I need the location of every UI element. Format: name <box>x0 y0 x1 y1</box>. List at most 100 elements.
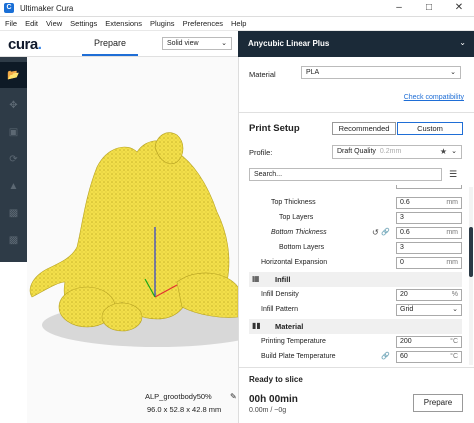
print-time: 00h 00min <box>249 394 298 405</box>
mirror-icon[interactable]: ▲ <box>0 173 27 199</box>
profile-select[interactable]: Draft Quality 0.2mm ★ ⌄ <box>332 145 462 159</box>
category-label: Infill <box>275 275 291 284</box>
category-infill[interactable]: ▦ Infill <box>249 272 462 287</box>
model-name: ALP_grootbody50% <box>145 392 212 401</box>
printer-selector[interactable]: Anycubic Linear Plus ⌄ <box>238 31 474 57</box>
setting-label: Infill Pattern <box>261 306 298 313</box>
model-info: ALP_grootbody50% 96.0 x 52.8 x 42.8 mm <box>145 392 221 414</box>
setting-row-horizontal-expansion: Horizontal Expansion 0 mm <box>239 256 467 271</box>
recommended-button[interactable]: Recommended <box>332 122 396 135</box>
prepare-button[interactable]: Prepare <box>413 394 463 412</box>
print-settings-panel: Material PLA ⌄ Check compatibility Print… <box>238 57 474 423</box>
menu-icon[interactable]: ☰ <box>446 168 460 181</box>
material-label: Material <box>249 70 276 79</box>
material-value: PLA <box>306 69 320 76</box>
model-foot-right <box>101 302 143 332</box>
tab-prepare[interactable]: Prepare <box>82 31 138 56</box>
menu-file[interactable]: File <box>5 19 17 28</box>
menu-preferences[interactable]: Preferences <box>183 19 223 28</box>
custom-button[interactable]: Custom <box>397 122 463 135</box>
settings-search-input[interactable]: Search... <box>249 168 442 181</box>
chevron-down-icon: ⌄ <box>459 38 466 47</box>
reset-icon[interactable]: ↺ <box>372 228 379 237</box>
cura-logo: cura. <box>8 36 42 53</box>
setting-label: Bottom Layers <box>279 244 325 251</box>
rotate-icon[interactable]: ⟳ <box>0 146 27 172</box>
minimize-button[interactable]: – <box>384 0 414 17</box>
profile-value: Draft Quality <box>337 148 376 155</box>
profile-label: Profile: <box>249 148 273 157</box>
material-select[interactable]: PLA ⌄ <box>301 66 461 79</box>
profile-layer-height: 0.2mm <box>379 148 402 155</box>
material-usage: 0.00m / ~0g <box>249 407 287 414</box>
setting-label: Top Layers <box>279 214 314 221</box>
top-thickness-field[interactable]: 0.6 mm <box>396 197 462 209</box>
settings-list: 0.6mm Top Thickness 0.6mm Top Layers 3 B… <box>239 185 467 363</box>
top-layers-field[interactable]: 3 <box>396 212 462 224</box>
bottom-layers-field[interactable]: 3 <box>396 242 462 254</box>
star-icon[interactable]: ★ <box>440 146 447 158</box>
printing-temperature-field[interactable]: 200 °C <box>396 336 462 348</box>
setting-row-bottom-layers: Bottom Layers 3 <box>239 241 467 256</box>
setting-row-infill-density: Infill Density 20% <box>239 288 467 303</box>
setting-row-printing-temperature: Printing Temperature 200 °C <box>239 335 467 350</box>
divider <box>239 367 474 368</box>
setting-label: Top Thickness <box>271 199 316 206</box>
open-folder-icon[interactable]: 📂 <box>0 62 27 88</box>
title-bar: C Ultimaker Cura – □ ✕ <box>0 0 474 17</box>
infill-pattern-select[interactable]: Grid ⌄ <box>396 304 462 316</box>
print-setup-title: Print Setup <box>249 123 300 134</box>
cura-app-icon: C <box>4 3 14 13</box>
setting-row-build-plate-temperature: Build Plate Temperature 🔗 60 °C <box>239 350 467 363</box>
bottom-thickness-field[interactable]: 0.6 mm <box>396 227 462 239</box>
menu-extensions[interactable]: Extensions <box>105 19 142 28</box>
setting-row-top-thickness: Top Thickness 0.6 mm <box>239 196 467 211</box>
menu-plugins[interactable]: Plugins <box>150 19 175 28</box>
material-icon: ▮▮ <box>252 321 261 330</box>
menu-settings[interactable]: Settings <box>70 19 97 28</box>
3d-viewport[interactable]: ALP_grootbody50% 96.0 x 52.8 x 42.8 mm ✎ <box>27 57 238 423</box>
menu-edit[interactable]: Edit <box>25 19 38 28</box>
menu-view[interactable]: View <box>46 19 62 28</box>
settings-scrollbar-thumb[interactable] <box>469 227 473 277</box>
setting-row-infill-pattern: Infill Pattern Grid ⌄ <box>239 303 467 318</box>
chevron-down-icon: ⌄ <box>221 40 227 47</box>
move-icon[interactable]: ✥ <box>0 92 27 118</box>
printer-name: Anycubic Linear Plus <box>248 39 330 48</box>
scale-icon[interactable]: ▣ <box>0 119 27 145</box>
left-toolbar: 📂 ✥ ▣ ⟳ ▲ ▩ ▩ <box>0 57 27 262</box>
divider <box>239 112 474 113</box>
setting-label: Horizontal Expansion <box>261 259 328 266</box>
model-render <box>29 132 238 347</box>
build-plate-temperature-field[interactable]: 60 °C <box>396 351 462 363</box>
setting-label: Infill Density <box>261 291 299 298</box>
pencil-icon[interactable]: ✎ <box>230 392 237 401</box>
setting-row-top-layers: Top Layers 3 <box>239 211 467 226</box>
infill-icon: ▦ <box>252 274 260 283</box>
horizontal-expansion-field[interactable]: 0 mm <box>396 257 462 269</box>
setting-value-field[interactable]: 0.6mm <box>396 185 462 189</box>
chevron-down-icon: ⌄ <box>451 148 457 155</box>
link-icon: 🔗 <box>381 229 390 236</box>
setting-row-bottom-thickness: Bottom Thickness ↺ 🔗 0.6 mm <box>239 226 467 241</box>
setting-label: Bottom Thickness <box>271 229 327 236</box>
slice-status: Ready to slice <box>249 375 303 384</box>
close-button[interactable]: ✕ <box>444 0 474 17</box>
link-icon: 🔗 <box>381 353 390 360</box>
support-blocker-icon[interactable]: ▩ <box>0 227 27 253</box>
view-mode-value: Solid view <box>167 40 199 47</box>
chevron-down-icon: ⌄ <box>450 69 456 76</box>
model-dimensions: 96.0 x 52.8 x 42.8 mm <box>147 405 222 414</box>
setting-label: Printing Temperature <box>261 338 326 345</box>
per-model-settings-icon[interactable]: ▩ <box>0 200 27 226</box>
setting-label: Build Plate Temperature <box>261 353 336 360</box>
menu-help[interactable]: Help <box>231 19 246 28</box>
menu-bar: File Edit View Settings Extensions Plugi… <box>0 17 474 31</box>
check-compatibility-link[interactable]: Check compatibility <box>404 94 464 101</box>
infill-density-field[interactable]: 20% <box>396 289 462 301</box>
category-material[interactable]: ▮▮ Material <box>249 319 462 334</box>
category-label: Material <box>275 322 304 331</box>
window-title: Ultimaker Cura <box>20 3 74 13</box>
maximize-button[interactable]: □ <box>414 0 444 17</box>
view-mode-select[interactable]: Solid view ⌄ <box>162 37 232 50</box>
